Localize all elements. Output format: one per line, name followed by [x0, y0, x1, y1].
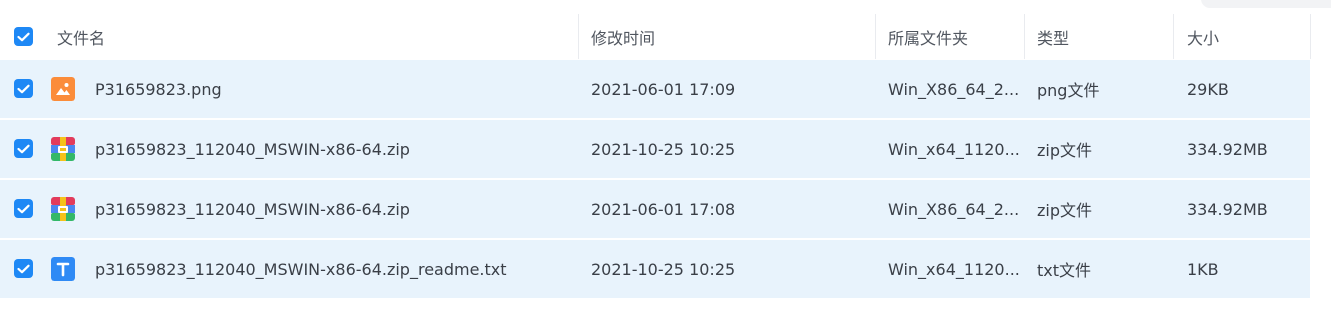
- file-name[interactable]: p31659823_112040_MSWIN-x86-64.zip_readme…: [95, 239, 507, 299]
- column-divider[interactable]: [1024, 14, 1025, 59]
- check-icon: [17, 84, 30, 93]
- column-header-name[interactable]: 文件名: [57, 14, 105, 59]
- modified-time: 2021-06-01 17:09: [591, 79, 736, 99]
- zip-archive-icon: [51, 137, 75, 161]
- file-type: txt文件: [1037, 261, 1092, 280]
- file-type: zip文件: [1037, 141, 1093, 160]
- check-icon: [17, 204, 30, 213]
- column-divider[interactable]: [875, 14, 876, 59]
- column-header-type[interactable]: 类型: [1037, 14, 1069, 59]
- table-header: 文件名 修改时间 所属文件夹 类型 大小: [0, 14, 1331, 59]
- image-file-icon: [51, 77, 75, 101]
- file-list-table: 文件名 修改时间 所属文件夹 类型 大小 P31659823.png 2021-…: [0, 14, 1331, 299]
- file-type: zip文件: [1037, 201, 1093, 220]
- column-header-folder[interactable]: 所属文件夹: [888, 14, 968, 59]
- table-row[interactable]: p31659823_112040_MSWIN-x86-64.zip 2021-0…: [0, 179, 1331, 239]
- column-header-size[interactable]: 大小: [1187, 14, 1219, 59]
- modified-time: 2021-06-01 17:08: [591, 199, 736, 219]
- file-size: 334.92MB: [1187, 199, 1268, 219]
- modified-time: 2021-10-25 10:25: [591, 139, 736, 159]
- file-type: png文件: [1037, 81, 1100, 100]
- folder-name[interactable]: Win_X86_64_2...: [888, 59, 1019, 119]
- file-name[interactable]: p31659823_112040_MSWIN-x86-64.zip: [95, 179, 410, 239]
- folder-name[interactable]: Win_x64_1120...: [888, 119, 1020, 179]
- row-checkbox[interactable]: [14, 79, 33, 98]
- modified-time: 2021-10-25 10:25: [591, 259, 736, 279]
- search-box-edge[interactable]: [1201, 0, 1331, 8]
- file-name[interactable]: p31659823_112040_MSWIN-x86-64.zip: [95, 119, 410, 179]
- top-toolbar-edge: [0, 0, 1331, 15]
- zip-archive-icon: [51, 197, 75, 221]
- table-row[interactable]: p31659823_112040_MSWIN-x86-64.zip 2021-1…: [0, 119, 1331, 179]
- table-row[interactable]: p31659823_112040_MSWIN-x86-64.zip_readme…: [0, 239, 1331, 299]
- folder-name[interactable]: Win_x64_1120...: [888, 239, 1020, 299]
- row-checkbox[interactable]: [14, 139, 33, 158]
- file-size: 334.92MB: [1187, 139, 1268, 159]
- row-checkbox[interactable]: [14, 199, 33, 218]
- column-divider[interactable]: [578, 14, 579, 59]
- file-size: 29KB: [1187, 79, 1229, 99]
- column-divider[interactable]: [1173, 14, 1174, 59]
- column-divider[interactable]: [1310, 14, 1311, 59]
- check-icon: [17, 32, 30, 41]
- column-header-modified[interactable]: 修改时间: [591, 14, 655, 59]
- check-icon: [17, 144, 30, 153]
- row-checkbox[interactable]: [14, 259, 33, 278]
- check-icon: [17, 264, 30, 273]
- folder-name[interactable]: Win_X86_64_2...: [888, 179, 1019, 239]
- select-all-checkbox[interactable]: [14, 27, 33, 46]
- text-file-icon: [51, 257, 75, 281]
- file-size: 1KB: [1187, 259, 1219, 279]
- file-name[interactable]: P31659823.png: [95, 59, 222, 119]
- table-row[interactable]: P31659823.png 2021-06-01 17:09 Win_X86_6…: [0, 59, 1331, 119]
